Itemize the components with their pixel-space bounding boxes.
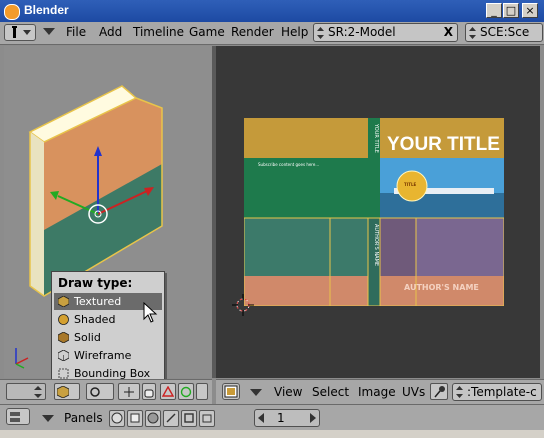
- minimize-button[interactable]: _: [486, 3, 502, 18]
- scene-selector[interactable]: SCE:Sce: [465, 23, 543, 42]
- image-icon: [224, 385, 238, 398]
- draw-type-button[interactable]: [54, 383, 80, 400]
- menu-timeline[interactable]: Timeline: [133, 25, 184, 39]
- buttons-window-header: Panels 1: [0, 404, 544, 431]
- editing-context-button[interactable]: [181, 410, 197, 427]
- menu-view[interactable]: View: [274, 385, 302, 399]
- updown-arrows-icon: [469, 27, 476, 39]
- spine-title: YOUR TITLE: [373, 124, 379, 153]
- menu-add[interactable]: Add: [99, 25, 122, 39]
- textured-cube-icon: [57, 386, 69, 398]
- menu-uvs[interactable]: UVs: [402, 385, 425, 399]
- 3d-view-header: [0, 379, 212, 404]
- object-context-button[interactable]: [163, 410, 179, 427]
- shaded-sphere-icon: [58, 314, 69, 325]
- pivot-icon: [90, 387, 100, 397]
- title-bar: Blender _ □ ×: [0, 0, 544, 22]
- draw-type-solid[interactable]: Solid: [54, 329, 162, 346]
- object-icon: [166, 413, 176, 423]
- menu-select[interactable]: Select: [312, 385, 349, 399]
- window-type-icon[interactable]: [222, 383, 240, 400]
- solid-cube-icon: [58, 332, 69, 343]
- script-context-button[interactable]: [127, 410, 143, 427]
- shading-sphere-icon: [147, 412, 159, 424]
- decrement-arrow-icon[interactable]: [258, 413, 264, 423]
- scale-tool-button[interactable]: [178, 383, 194, 400]
- draw-type-menu: Draw type: Textured Shaded Solid Wirefra…: [51, 271, 165, 387]
- menu-help[interactable]: Help: [281, 25, 308, 39]
- bounding-box-icon: [58, 368, 69, 379]
- shading-context-button[interactable]: [145, 410, 161, 427]
- view-mode-select[interactable]: [6, 383, 46, 400]
- screen-selector[interactable]: SR:2-Model X: [313, 23, 458, 42]
- editing-icon: [184, 413, 194, 423]
- collapse-menu-icon[interactable]: [250, 389, 262, 397]
- menu-file[interactable]: File: [66, 25, 86, 39]
- cover-title: YOUR TITLE: [387, 134, 500, 155]
- window-type-icon[interactable]: [4, 24, 36, 41]
- image-name: :Template-c: [467, 385, 537, 399]
- cover-badge-text: TITLE: [404, 182, 417, 187]
- draw-type-menu-title: Draw type:: [58, 276, 133, 290]
- layer-button[interactable]: [196, 383, 208, 400]
- cover-author: AUTHOR'S NAME: [404, 283, 479, 292]
- book-cover-texture: YOUR TITLE Subscribe content goes here..…: [244, 118, 504, 306]
- pin-button[interactable]: [430, 383, 448, 400]
- pin-icon: [434, 386, 445, 398]
- close-button[interactable]: ×: [522, 3, 538, 18]
- spine-author: AUTHOR'S NAME: [373, 224, 379, 267]
- updown-arrows-icon: [317, 27, 324, 39]
- menu-image[interactable]: Image: [358, 385, 396, 399]
- blender-window: Blender _ □ × File Add Timeline Game Ren…: [0, 0, 544, 438]
- menu-game[interactable]: Game: [189, 25, 225, 39]
- logic-context-button[interactable]: [109, 410, 125, 427]
- scene-context-button[interactable]: [199, 410, 215, 427]
- 2d-cursor-icon[interactable]: [232, 294, 254, 316]
- hand-icon: [144, 389, 154, 398]
- info-header: File Add Timeline Game Render Help SR:2-…: [0, 22, 544, 45]
- mouse-pointer-icon: [143, 302, 158, 323]
- frame-counter[interactable]: 1: [254, 409, 320, 427]
- buttons-window-icon: [10, 412, 20, 422]
- window-type-icon[interactable]: [6, 408, 30, 425]
- image-editor-header: View Select Image UVs :Template-c: [216, 379, 544, 404]
- hand-tool-button[interactable]: [142, 383, 156, 400]
- draw-type-wireframe[interactable]: Wireframe: [54, 347, 162, 364]
- logic-icon: [111, 412, 123, 424]
- collapse-menu-icon[interactable]: [43, 28, 55, 36]
- pivot-button[interactable]: [86, 383, 114, 400]
- frame-counter-value: 1: [277, 411, 285, 425]
- script-icon: [130, 413, 140, 423]
- delete-screen-icon[interactable]: X: [444, 25, 453, 39]
- image-editor[interactable]: YOUR TITLE Subscribe content goes here..…: [216, 46, 540, 378]
- maximize-button[interactable]: □: [503, 3, 519, 18]
- screen-name: SR:2-Model: [328, 25, 396, 39]
- scene-icon: [202, 414, 212, 423]
- manipulator-icon: [124, 387, 134, 397]
- collapse-menu-icon[interactable]: [42, 415, 54, 423]
- blender-logo-icon: [4, 4, 20, 20]
- panels-label[interactable]: Panels: [64, 411, 103, 425]
- rotate-tool-button[interactable]: [160, 383, 176, 400]
- wireframe-cube-icon: [58, 350, 69, 361]
- manipulator-button[interactable]: [118, 383, 140, 400]
- rotate-icon: [162, 386, 174, 397]
- scene-name: SCE:Sce: [480, 25, 530, 39]
- back-cover-text: Subscribe content goes here...: [258, 162, 320, 167]
- textured-cube-icon: [58, 296, 69, 307]
- updown-arrows-icon: [34, 386, 42, 398]
- window-bottom-border: [0, 430, 544, 438]
- updown-arrows-icon: [456, 386, 463, 398]
- scale-icon: [180, 386, 192, 398]
- menu-render[interactable]: Render: [231, 25, 274, 39]
- increment-arrow-icon[interactable]: [310, 413, 316, 423]
- image-selector[interactable]: :Template-c: [452, 383, 542, 401]
- window-title: Blender: [24, 3, 69, 17]
